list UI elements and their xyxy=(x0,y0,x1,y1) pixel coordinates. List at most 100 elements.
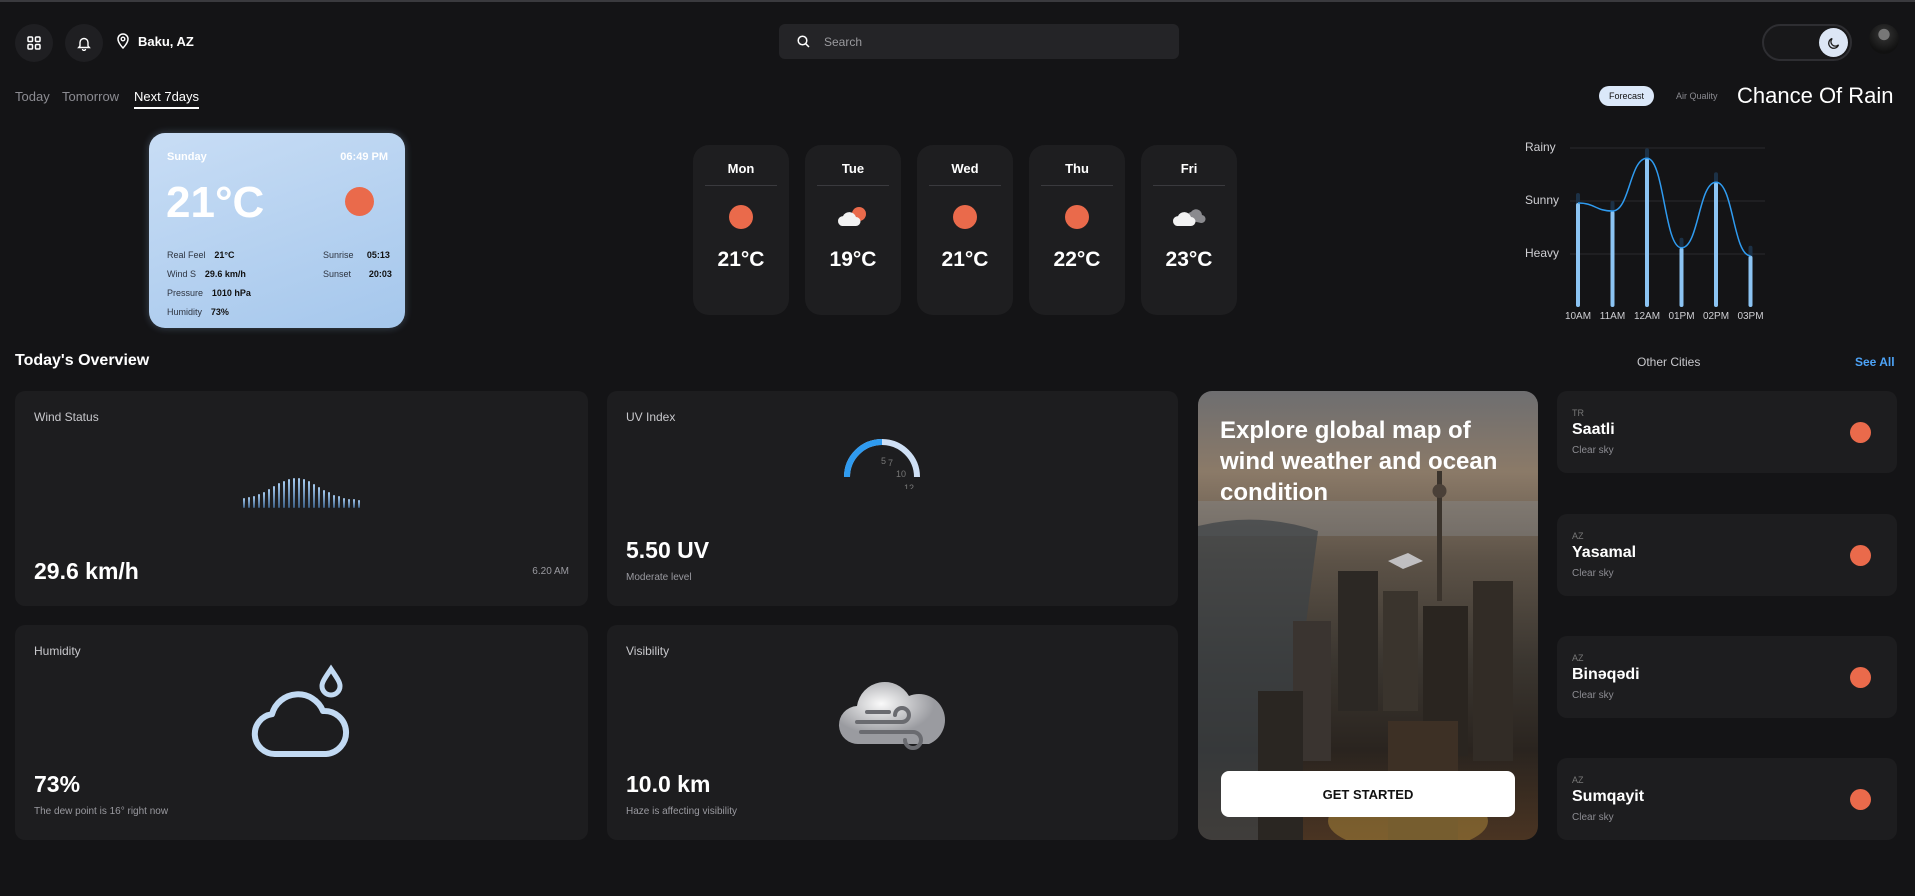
tab-tomorrow[interactable]: Tomorrow xyxy=(62,89,119,104)
forecast-temp: 19°C xyxy=(829,248,877,271)
wind-wave-bar xyxy=(358,499,360,508)
forecast-day-wed[interactable]: Wed 21°C xyxy=(917,145,1013,315)
forecast-day-name: Mon xyxy=(727,161,755,176)
tab-today[interactable]: Today xyxy=(15,89,50,104)
sun-icon xyxy=(1850,422,1871,443)
current-day: Sunday xyxy=(167,151,207,163)
wind-wave-bar xyxy=(343,497,345,508)
air-quality-toggle[interactable]: Air Quality xyxy=(1666,86,1728,106)
wind-wave-bar xyxy=(298,478,300,508)
x-tick-label: 12AM xyxy=(1634,311,1660,322)
uv-gauge: 5 7 10 12 xyxy=(844,439,920,489)
forecast-temp: 22°C xyxy=(1053,248,1101,271)
wind-wave-bar xyxy=(293,478,295,508)
search-input[interactable] xyxy=(824,34,1144,49)
visibility-note: Haze is affecting visibility xyxy=(626,806,737,817)
wind-status-title: Wind Status xyxy=(34,410,99,424)
humidity-card: Humidity 73% The dew point is 16° right … xyxy=(15,625,588,840)
sun-icon xyxy=(917,186,1013,248)
wind-time: 6.20 AM xyxy=(532,566,569,577)
real-feel-label: Real Feel xyxy=(167,250,206,260)
y-level-label: Sunny xyxy=(1525,193,1559,207)
visibility-card: Visibility 10.0 km Haze is affecting vis… xyxy=(607,625,1178,840)
city-name: Yasamal xyxy=(1572,544,1637,561)
sun-icon xyxy=(1029,186,1125,248)
top-border xyxy=(0,0,1915,2)
wind-wave-bar xyxy=(278,483,280,508)
current-time: 06:49 PM xyxy=(340,151,388,163)
forecast-day-tue[interactable]: Tue 19°C xyxy=(805,145,901,315)
location[interactable]: Baku, AZ xyxy=(116,33,194,49)
wind-label: Wind S xyxy=(167,269,197,279)
haze-cloud-icon xyxy=(838,681,945,750)
city-country: AZ xyxy=(1572,653,1584,663)
wind-wave-bar xyxy=(333,494,335,508)
x-tick-label: 03PM xyxy=(1737,311,1763,322)
wind-wave-bar xyxy=(313,484,315,508)
city-card[interactable]: AZ Binəqədi Clear sky xyxy=(1557,636,1897,718)
x-tick-label: 02PM xyxy=(1703,311,1729,322)
sun-icon xyxy=(1850,667,1871,688)
city-card[interactable]: AZ Sumqayit Clear sky xyxy=(1557,758,1897,840)
forecast-temp: 21°C xyxy=(717,248,765,271)
wind-wave-bar xyxy=(248,497,250,508)
city-card[interactable]: AZ Yasamal Clear sky xyxy=(1557,514,1897,596)
forecast-temp: 23°C xyxy=(1165,248,1213,271)
y-level-label: Rainy xyxy=(1525,140,1556,154)
forecast-day-mon[interactable]: Mon 21°C xyxy=(693,145,789,315)
x-tick-label: 11AM xyxy=(1600,311,1625,322)
city-description: Clear sky xyxy=(1572,812,1614,823)
sun-icon xyxy=(693,186,789,248)
get-started-button[interactable]: GET STARTED xyxy=(1221,771,1515,817)
city-country: AZ xyxy=(1572,531,1584,541)
humidity-title: Humidity xyxy=(34,644,81,658)
sunrise-label: Sunrise xyxy=(323,250,354,260)
forecast-day-name: Fri xyxy=(1180,161,1198,176)
search-icon xyxy=(797,35,810,48)
moon-icon xyxy=(1827,37,1839,49)
explore-headline: Explore global map of wind weather and o… xyxy=(1220,417,1498,506)
overview-title: Today's Overview xyxy=(15,352,150,369)
chance-of-rain-chart: Rainy Sunny Heavy 10AM 11AM 12AM 01PM 02PM 03PM xyxy=(1525,140,1765,322)
city-card[interactable]: TR Saatli Clear sky xyxy=(1557,391,1897,473)
city-name: Sumqayit xyxy=(1572,788,1645,805)
wind-speed-value: 29.6 km/h xyxy=(34,558,139,584)
sun-icon xyxy=(1850,789,1871,810)
wind-wave-bar xyxy=(283,480,285,508)
forecast-day-fri[interactable]: Fri 23°C xyxy=(1141,145,1237,315)
x-tick-label: 01PM xyxy=(1668,311,1694,322)
city-description: Clear sky xyxy=(1572,690,1614,701)
humidity-note: The dew point is 16° right now xyxy=(34,806,169,817)
wind-wave-bar xyxy=(268,488,270,508)
current-details: Real Feel 21°C Wind S 29.6 km/h Pressure… xyxy=(167,245,251,321)
wind-wave-bar xyxy=(338,496,340,508)
rain-bar xyxy=(1679,247,1684,307)
location-pin-icon xyxy=(117,33,129,49)
location-label: Baku, AZ xyxy=(138,33,194,49)
apps-button[interactable] xyxy=(15,24,53,62)
rain-bar xyxy=(1748,255,1753,307)
forecast-day-thu[interactable]: Thu 22°C xyxy=(1029,145,1125,315)
avatar[interactable] xyxy=(1869,24,1899,54)
city-description: Clear sky xyxy=(1572,568,1614,579)
forecast-toggle[interactable]: Forecast xyxy=(1599,86,1655,106)
see-all-link[interactable]: See All xyxy=(1855,355,1895,369)
rain-bar xyxy=(1645,158,1649,307)
x-tick-label: 10AM xyxy=(1565,311,1591,322)
wind-wave-bar xyxy=(273,486,275,508)
dark-mode-toggle[interactable] xyxy=(1762,24,1852,61)
rain-bar xyxy=(1576,203,1580,307)
wind-wave-bar xyxy=(348,498,350,508)
explore-map-card: Explore global map of wind weather and o… xyxy=(1198,391,1538,840)
city-country: TR xyxy=(1572,408,1584,418)
forecast-day-name: Wed xyxy=(951,161,979,176)
real-feel-value: 21°C xyxy=(214,250,235,260)
forecast-day-name: Tue xyxy=(841,161,865,176)
forecast-day-name: Thu xyxy=(1065,161,1089,176)
pressure-label: Pressure xyxy=(167,288,204,298)
search-bar[interactable] xyxy=(779,24,1179,59)
uv-level: Moderate level xyxy=(626,572,692,583)
notifications-button[interactable] xyxy=(65,24,103,62)
tab-next-7days[interactable]: Next 7days xyxy=(134,89,200,109)
humidity-cloud-icon xyxy=(251,664,349,758)
